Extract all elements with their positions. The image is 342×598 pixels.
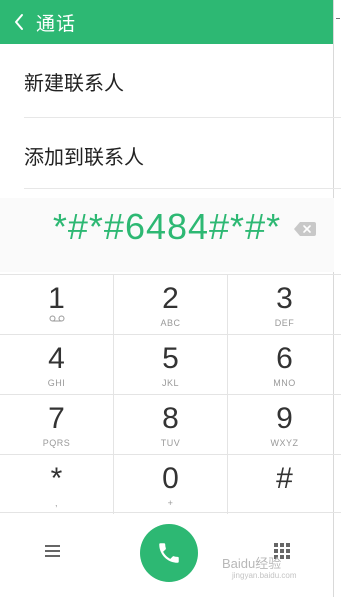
key-letters: JKL [161, 378, 179, 388]
key-digit: 8 [162, 402, 179, 435]
key-1[interactable]: 1 [0, 275, 114, 334]
key-9[interactable]: 9 WXYZ [228, 395, 341, 454]
backspace-icon [294, 222, 316, 236]
key-letters: PQRS [42, 438, 71, 448]
key-letters: GHI [47, 378, 66, 388]
new-contact-label: 新建联系人 [24, 70, 124, 95]
key-7[interactable]: 7 PQRS [0, 395, 114, 454]
key-letters: ABC [160, 318, 181, 328]
key-letters: + [167, 498, 174, 508]
new-contact-button[interactable]: 新建联系人 [0, 44, 334, 118]
key-8[interactable]: 8 TUV [114, 395, 228, 454]
key-2[interactable]: 2 ABC [114, 275, 228, 334]
key-letters: MNO [273, 378, 296, 388]
call-button[interactable] [140, 524, 198, 582]
key-digit: 5 [162, 342, 179, 375]
key-digit: 0 [162, 462, 179, 495]
menu-button[interactable] [44, 543, 62, 562]
key-letters: DEF [274, 318, 295, 328]
dialed-number: *#*#6484#*#* [52, 206, 282, 247]
page-title: 通话 [36, 12, 77, 35]
key-digit: * [50, 462, 63, 495]
key-digit: 4 [48, 342, 65, 375]
dial-display: *#*#6484#*#* [0, 198, 334, 272]
key-digit: 3 [276, 282, 293, 315]
key-digit: 9 [276, 402, 293, 435]
key-pound[interactable]: # [228, 455, 341, 514]
title-bar: 通话 [0, 0, 334, 44]
key-4[interactable]: 4 GHI [0, 335, 114, 394]
voicemail-icon [0, 315, 113, 322]
key-digit: 7 [48, 402, 65, 435]
add-to-contact-button[interactable]: 添加到联系人 [0, 118, 334, 192]
menu-icon [45, 545, 60, 557]
backspace-button[interactable] [294, 221, 316, 240]
key-0[interactable]: 0 + [114, 455, 228, 514]
key-5[interactable]: 5 JKL [114, 335, 228, 394]
key-6[interactable]: 6 MNO [228, 335, 341, 394]
chevron-left-icon [15, 14, 23, 30]
key-letters: WXYZ [270, 438, 299, 448]
watermark: Baidu经验 [222, 556, 282, 571]
watermark-url: jingyan.baidu.com [232, 571, 297, 580]
key-letters: , [54, 498, 58, 508]
bottom-bar [0, 512, 341, 598]
key-letters: TUV [160, 438, 181, 448]
back-button[interactable] [2, 13, 36, 31]
key-digit: 1 [48, 282, 65, 315]
key-digit: 2 [162, 282, 179, 315]
divider [24, 188, 341, 189]
key-3[interactable]: 3 DEF [228, 275, 341, 334]
key-digit: 6 [276, 342, 293, 375]
key-star[interactable]: * , [0, 455, 114, 514]
keypad: 1 2 ABC 3 DEF 4 GHI 5 JKL 6 MNO 7 PQRS 8… [0, 274, 341, 514]
key-digit: # [276, 462, 293, 495]
add-to-contact-label: 添加到联系人 [24, 144, 144, 169]
phone-icon [159, 543, 179, 563]
